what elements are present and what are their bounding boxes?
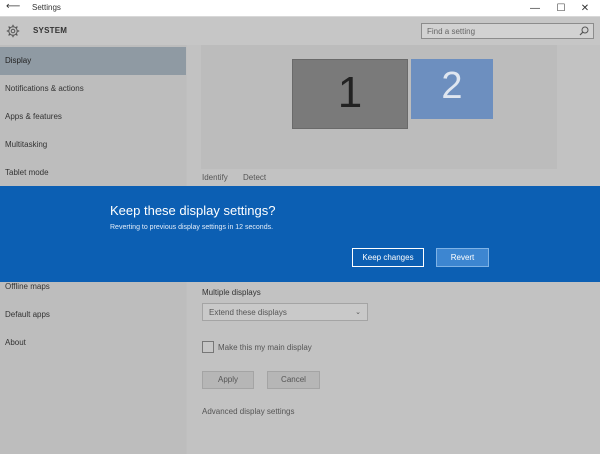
display-arrangement-area: 1 2 — [201, 45, 557, 169]
sidebar-item-tablet-mode[interactable]: Tablet mode — [0, 159, 186, 187]
dialog-message: Reverting to previous display settings i… — [110, 224, 274, 231]
sidebar-item-notifications[interactable]: Notifications & actions — [0, 75, 186, 103]
page-header: SYSTEM Find a setting — [0, 17, 600, 45]
monitor-1[interactable]: 1 — [292, 59, 408, 129]
multiple-displays-dropdown[interactable]: Extend these displays ⌄ — [202, 303, 368, 321]
detect-link[interactable]: Detect — [243, 173, 266, 182]
gear-icon — [6, 24, 20, 38]
monitor-2[interactable]: 2 — [411, 59, 493, 119]
identify-link[interactable]: Identify — [202, 173, 228, 182]
apply-button[interactable]: Apply — [202, 371, 254, 389]
search-icon[interactable] — [579, 26, 589, 36]
page-title: SYSTEM — [33, 26, 68, 35]
back-arrow-icon[interactable]: ⟵ — [6, 1, 20, 12]
keep-changes-button[interactable]: Keep changes — [352, 248, 424, 267]
search-input[interactable]: Find a setting — [421, 23, 594, 39]
title-bar: ⟵ Settings — ☐ ✕ — [0, 0, 600, 17]
main-display-label: Make this my main display — [218, 343, 312, 352]
dialog-title: Keep these display settings? — [110, 203, 276, 218]
sidebar-item-apps-features[interactable]: Apps & features — [0, 103, 186, 131]
sidebar-item-default-apps[interactable]: Default apps — [0, 301, 186, 329]
monitor-2-number: 2 — [441, 65, 463, 107]
keep-settings-dialog: Keep these display settings? Reverting t… — [0, 186, 600, 282]
search-placeholder: Find a setting — [427, 27, 476, 36]
multiple-displays-value: Extend these displays — [209, 308, 287, 317]
sidebar-item-about[interactable]: About — [0, 329, 186, 357]
revert-button[interactable]: Revert — [436, 248, 489, 267]
window-title: Settings — [32, 3, 61, 12]
monitor-1-number: 1 — [337, 68, 363, 117]
main-display-checkbox[interactable] — [202, 341, 214, 353]
close-button[interactable]: ✕ — [570, 0, 600, 17]
sidebar-item-display[interactable]: Display — [0, 47, 186, 75]
multiple-displays-label: Multiple displays — [202, 288, 261, 297]
cancel-button[interactable]: Cancel — [267, 371, 320, 389]
chevron-down-icon: ⌄ — [355, 309, 361, 316]
sidebar-item-multitasking[interactable]: Multitasking — [0, 131, 186, 159]
advanced-display-settings-link[interactable]: Advanced display settings — [202, 407, 295, 416]
